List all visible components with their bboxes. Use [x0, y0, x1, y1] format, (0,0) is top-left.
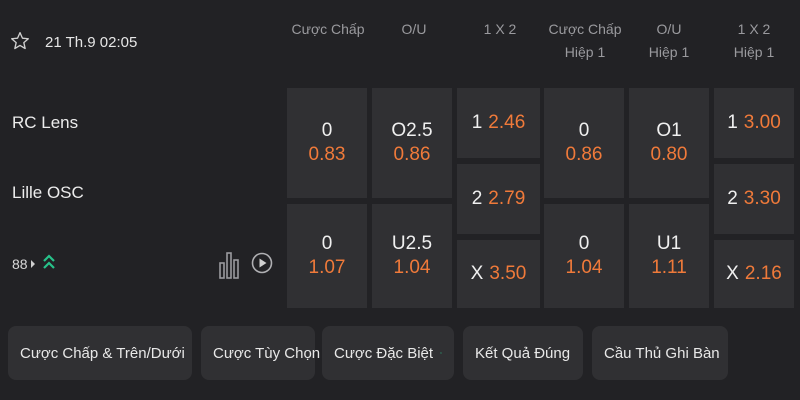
- handicap-line: 0: [578, 120, 590, 141]
- favorite-star-icon[interactable]: [10, 31, 30, 51]
- home-team-name: RC Lens: [12, 113, 79, 132]
- odds-price: 1.11: [651, 257, 687, 278]
- column-header-over-under-half1: O/U Hiệp 1: [648, 21, 690, 60]
- outcome-label: 2: [727, 188, 738, 209]
- tab-handicap-over-under[interactable]: Cược Chấp & Trên/Dưới: [8, 326, 192, 380]
- odds-price: 2.79: [488, 188, 526, 209]
- odds-price: 1.04: [565, 257, 603, 278]
- outcome-label: X: [726, 263, 739, 284]
- odds-cell-over[interactable]: O2.5 0.86: [372, 88, 452, 198]
- tab-correct-score[interactable]: Kết Quả Đúng: [463, 326, 583, 380]
- odds-cell-1x2-half1-draw[interactable]: X 2.16: [714, 240, 794, 308]
- tab-label: Cược Chấp & Trên/Dưới: [20, 344, 185, 362]
- match-panel: 21 Th.9 02:05 Cược Chấp O/U 1 X 2 Cược C…: [0, 0, 800, 400]
- tab-label: Cược Tùy Chọn: [213, 344, 321, 362]
- tab-custom-bets[interactable]: Cược Tùy Chọn: [201, 326, 320, 380]
- more-markets-count: 88: [12, 256, 28, 272]
- odds-cell-under-half1[interactable]: U1 1.11: [629, 204, 709, 308]
- play-video-icon[interactable]: [251, 252, 273, 274]
- odds-cell-1x2-half1-away[interactable]: 2 3.30: [714, 164, 794, 234]
- odds-price: 3.00: [743, 112, 781, 133]
- tab-label: Kết Quả Đúng: [475, 344, 571, 362]
- handicap-line: 0: [321, 233, 333, 254]
- outcome-label: X: [470, 263, 484, 284]
- column-header-handicap: Cược Chấp: [291, 21, 365, 37]
- column-header-over-under: O/U: [401, 21, 427, 37]
- column-header-handicap-half1: Cược Chấp Hiệp 1: [548, 21, 622, 60]
- total-line: O1: [656, 120, 682, 141]
- odds-cell-1x2-home[interactable]: 1 2.46: [457, 88, 540, 158]
- odds-cell-handicap-home[interactable]: 0 0.83: [287, 88, 367, 198]
- odds-price: 3.50: [489, 263, 527, 284]
- double-chevron-up-icon[interactable]: [42, 252, 56, 272]
- more-markets-link[interactable]: 88: [12, 256, 35, 272]
- tab-special-bets[interactable]: Cược Đặc Biệt: [322, 326, 454, 380]
- tab-label: Cầu Thủ Ghi Bàn: [604, 344, 720, 362]
- odds-cell-1x2-away[interactable]: 2 2.79: [457, 164, 540, 234]
- caret-right-icon: [30, 260, 35, 268]
- outcome-label: 1: [471, 112, 483, 133]
- odds-price: 2.16: [744, 263, 782, 284]
- column-header-1x2: 1 X 2: [483, 21, 517, 37]
- odds-price: 0.86: [393, 144, 431, 165]
- odds-cell-over-half1[interactable]: O1 0.80: [629, 88, 709, 198]
- outcome-label: 1: [727, 112, 738, 133]
- screen: 21 Th.9 02:05 Cược Chấp O/U 1 X 2 Cược C…: [0, 0, 800, 400]
- column-header-1x2-half1: 1 X 2 Hiệp 1: [733, 21, 775, 60]
- odds-price: 3.30: [743, 188, 781, 209]
- statistics-icon[interactable]: [219, 249, 239, 279]
- handicap-line: 0: [578, 233, 590, 254]
- away-team-name: Lille OSC: [12, 183, 84, 202]
- odds-cell-1x2-draw[interactable]: X 3.50: [457, 240, 540, 308]
- total-line: U1: [656, 233, 682, 254]
- odds-price: 1.04: [393, 257, 431, 278]
- outcome-label: 2: [471, 188, 483, 209]
- odds-price: 2.46: [488, 112, 526, 133]
- total-line: U2.5: [391, 233, 433, 254]
- odds-price: 0.83: [308, 144, 346, 165]
- total-line: O2.5: [391, 120, 433, 141]
- tab-label: Cược Đặc Biệt: [334, 344, 434, 362]
- tab-goalscorer[interactable]: Cầu Thủ Ghi Bàn: [592, 326, 728, 380]
- odds-price: 0.86: [565, 144, 603, 165]
- odds-price: 0.80: [650, 144, 688, 165]
- double-chevron-up-icon: [440, 351, 442, 354]
- match-datetime: 21 Th.9 02:05: [45, 34, 138, 51]
- handicap-line: 0: [321, 120, 333, 141]
- odds-cell-handicap-half1-away[interactable]: 0 1.04: [544, 204, 624, 308]
- odds-cell-under[interactable]: U2.5 1.04: [372, 204, 452, 308]
- odds-cell-handicap-away[interactable]: 0 1.07: [287, 204, 367, 308]
- odds-cell-handicap-half1-home[interactable]: 0 0.86: [544, 88, 624, 198]
- odds-price: 1.07: [308, 257, 346, 278]
- odds-cell-1x2-half1-home[interactable]: 1 3.00: [714, 88, 794, 158]
